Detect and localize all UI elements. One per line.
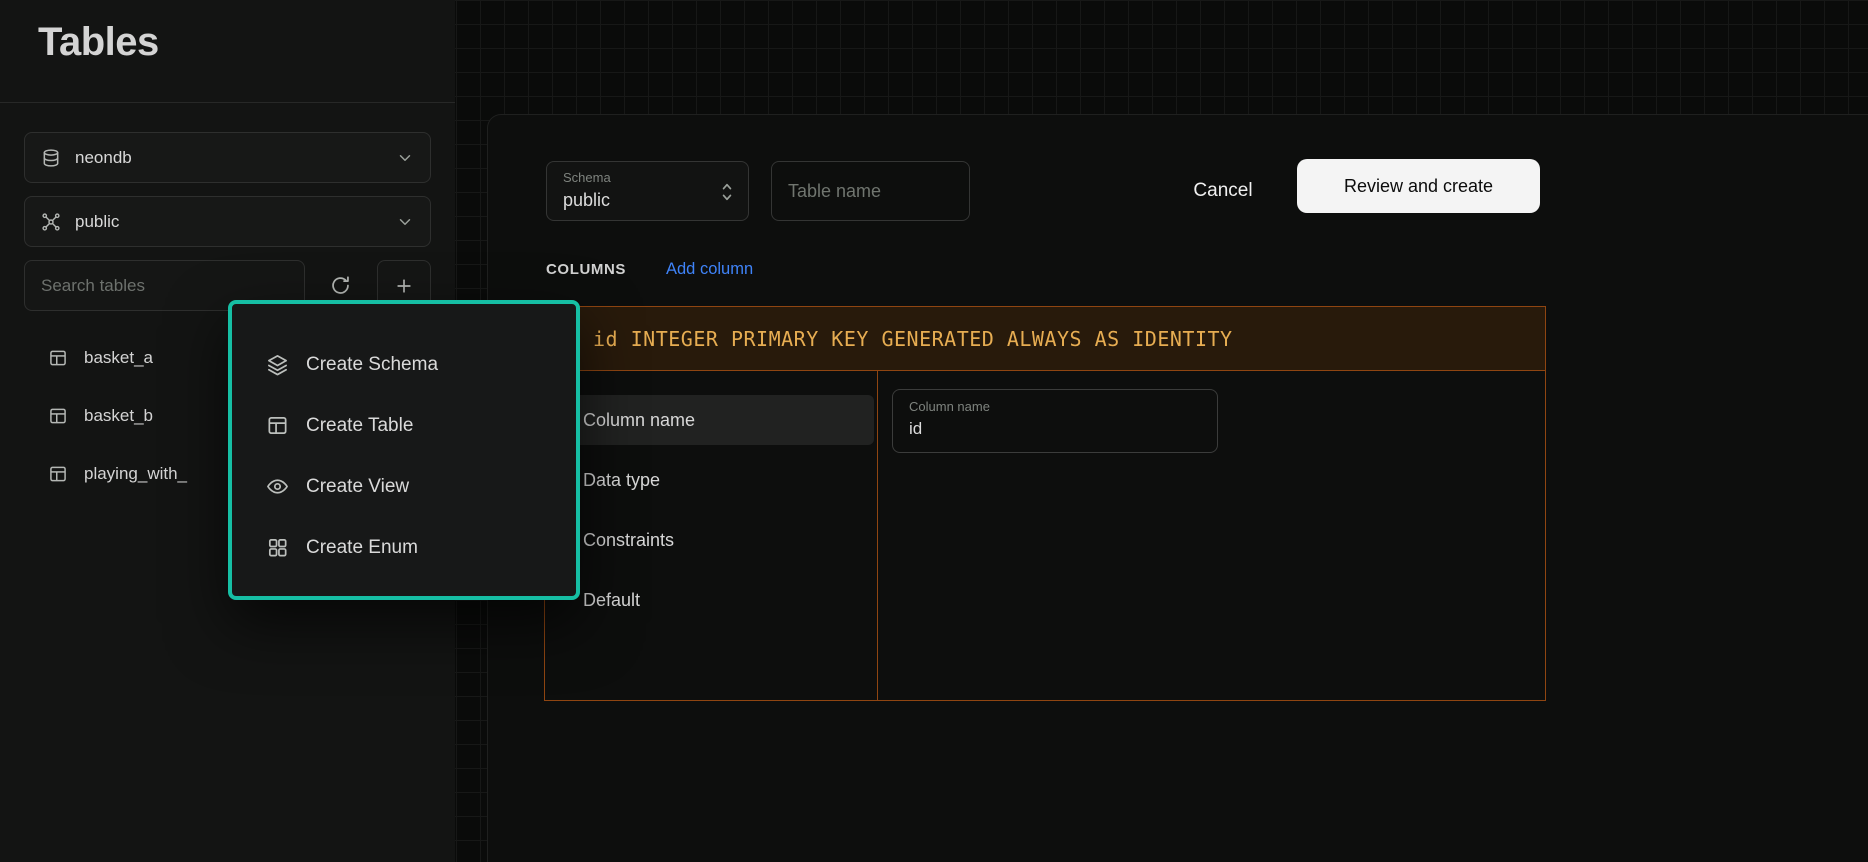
table-name: basket_a [84, 348, 153, 368]
eye-icon [266, 475, 289, 498]
table-name-input[interactable] [771, 161, 970, 221]
create-menu-popover: Create Schema Create Table Create View [228, 300, 580, 600]
column-form-nav: Column name Data type Constraints Defaul… [545, 371, 877, 701]
database-icon [41, 148, 61, 168]
column-sql-preview: id INTEGER PRIMARY KEY GENERATED ALWAYS … [593, 327, 1233, 351]
column-sql-row[interactable]: id INTEGER PRIMARY KEY GENERATED ALWAYS … [545, 307, 1545, 371]
updown-chevron-icon [718, 180, 736, 204]
table-icon [48, 406, 68, 426]
menu-item-create-enum[interactable]: Create Enum [232, 517, 576, 578]
create-table-panel: Schema public Cancel Review and create C… [487, 114, 1868, 862]
menu-item-label: Create Table [306, 415, 413, 437]
nav-item-constraints[interactable]: Constraints [547, 515, 874, 565]
database-select[interactable]: neondb [24, 132, 431, 183]
pane-divider [877, 371, 878, 701]
menu-item-create-table[interactable]: Create Table [232, 395, 576, 456]
chevron-down-icon [396, 213, 414, 231]
column-editor: id INTEGER PRIMARY KEY GENERATED ALWAYS … [544, 306, 1546, 701]
schema-select-value: public [75, 212, 382, 232]
table-icon [48, 464, 68, 484]
nav-item-column-name[interactable]: Column name [547, 395, 874, 445]
sidebar-divider [0, 102, 455, 103]
menu-item-create-view[interactable]: Create View [232, 456, 576, 517]
chevron-down-icon [396, 149, 414, 167]
layers-icon [266, 353, 289, 376]
table-icon [48, 348, 68, 368]
database-select-value: neondb [75, 148, 382, 168]
column-name-input[interactable] [909, 417, 1203, 441]
menu-item-label: Create Schema [306, 354, 438, 376]
column-name-field-label: Column name [909, 399, 1203, 415]
columns-section-label: COLUMNS [546, 261, 626, 278]
schema-field-select[interactable]: Schema public [546, 161, 749, 221]
menu-item-label: Create Enum [306, 537, 418, 559]
schema-icon [41, 212, 61, 232]
menu-item-label: Create View [306, 476, 409, 498]
tables-page: Tables neondb [0, 0, 1868, 862]
column-name-field: Column name [892, 389, 1218, 453]
refresh-icon [330, 275, 351, 296]
menu-item-create-schema[interactable]: Create Schema [232, 334, 576, 395]
schema-field-label: Schema [563, 170, 734, 186]
schema-field-value: public [563, 188, 734, 212]
schema-select[interactable]: public [24, 196, 431, 247]
cancel-button[interactable]: Cancel [1178, 161, 1268, 221]
table-name: playing_with_ [84, 464, 187, 484]
grid-icon [266, 536, 289, 559]
nav-item-data-type[interactable]: Data type [547, 455, 874, 505]
nav-item-default[interactable]: Default [547, 575, 874, 625]
add-column-link[interactable]: Add column [666, 260, 753, 279]
table-icon [266, 414, 289, 437]
plus-icon [394, 276, 414, 296]
review-and-create-button[interactable]: Review and create [1297, 159, 1540, 213]
page-title: Tables [38, 20, 159, 65]
table-name: basket_b [84, 406, 153, 426]
